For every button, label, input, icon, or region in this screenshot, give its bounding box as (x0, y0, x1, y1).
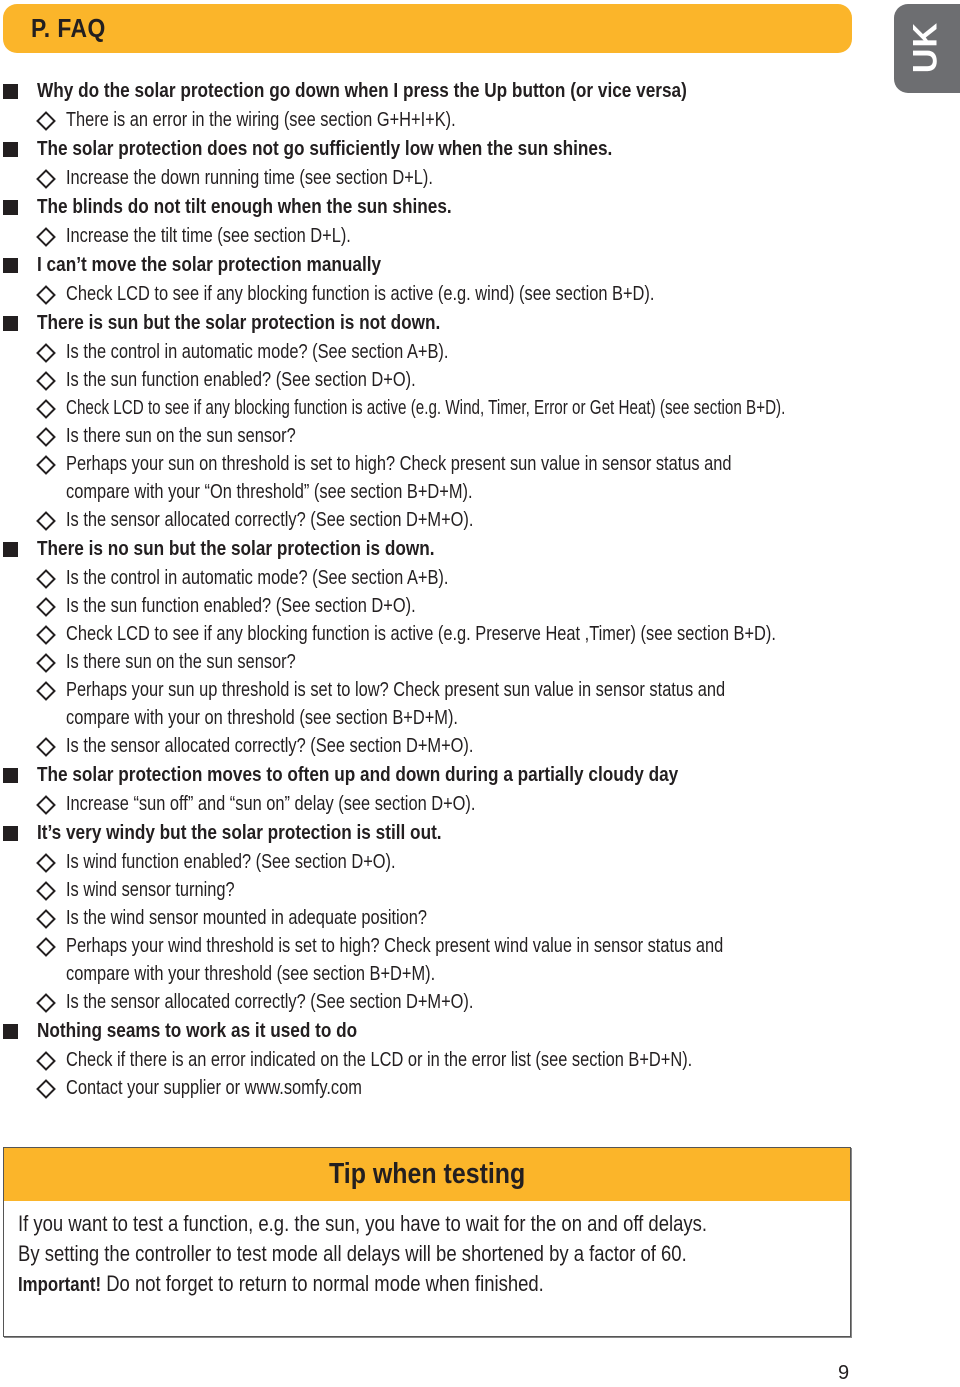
square-bullet-icon (3, 768, 18, 783)
diamond-bullet-icon (36, 1051, 56, 1071)
faq-answer: Check LCD to see if any blocking functio… (0, 394, 900, 422)
square-bullet-icon (3, 826, 18, 841)
faq-answer: Perhaps your wind threshold is set to hi… (0, 932, 900, 960)
diamond-bullet-icon (36, 285, 56, 305)
faq-answer-continuation: compare with your on threshold (see sect… (66, 707, 458, 729)
faq-answer: Is the wind sensor mounted in adequate p… (0, 904, 900, 932)
tip-line: Important! Do not forget to return to no… (18, 1269, 850, 1300)
square-bullet-icon (3, 542, 18, 557)
faq-answer: Check LCD to see if any blocking functio… (0, 620, 900, 648)
faq-question: I can’t move the solar protection manual… (0, 250, 900, 280)
faq-answer: Perhaps your sun on threshold is set to … (0, 450, 900, 478)
faq-question: The blinds do not tilt enough when the s… (0, 192, 900, 222)
diamond-bullet-icon (36, 227, 56, 247)
diamond-bullet-icon (36, 569, 56, 589)
faq-question: Nothing seams to work as it used to do (0, 1016, 900, 1046)
diamond-bullet-icon (36, 455, 56, 475)
faq-answer: Is the control in automatic mode? (See s… (0, 564, 900, 592)
square-bullet-icon (3, 1024, 18, 1039)
square-bullet-icon (3, 316, 18, 331)
diamond-bullet-icon (36, 111, 56, 131)
diamond-bullet-icon (36, 371, 56, 391)
language-tab-label: UK (906, 21, 945, 74)
diamond-bullet-icon (36, 795, 56, 815)
section-title: P. FAQ (31, 13, 106, 43)
faq-list: Why do the solar protection go down when… (0, 76, 900, 1102)
diamond-bullet-icon (36, 653, 56, 673)
faq-answer: Is the sensor allocated correctly? (See … (0, 506, 900, 534)
faq-answer: Is wind sensor turning? (0, 876, 900, 904)
diamond-bullet-icon (36, 625, 56, 645)
tip-line: If you want to test a function, e.g. the… (18, 1211, 707, 1236)
square-bullet-icon (3, 142, 18, 157)
faq-answer: Increase the tilt time (see section D+L)… (0, 222, 900, 250)
faq-answer: Is there sun on the sun sensor? (0, 648, 900, 676)
faq-answer: Check if there is an error indicated on … (0, 1046, 900, 1074)
square-bullet-icon (3, 200, 18, 215)
tip-important-text: Do not forget to return to normal mode w… (101, 1271, 544, 1296)
diamond-bullet-icon (36, 881, 56, 901)
faq-answer: Increase the down running time (see sect… (0, 164, 900, 192)
diamond-bullet-icon (36, 681, 56, 701)
tip-header: Tip when testing (4, 1148, 850, 1201)
diamond-bullet-icon (36, 737, 56, 757)
section-header-bar: P. FAQ (3, 4, 852, 53)
important-label: Important! (18, 1274, 102, 1296)
tip-body: If you want to test a function, e.g. the… (4, 1201, 850, 1300)
faq-answer: Is wind function enabled? (See section D… (0, 848, 900, 876)
tip-line: By setting the controller to test mode a… (18, 1241, 687, 1266)
diamond-bullet-icon (36, 343, 56, 363)
faq-question: There is sun but the solar protection is… (0, 308, 900, 338)
faq-answer: Is the sun function enabled? (See sectio… (0, 592, 900, 620)
faq-answer: Contact your supplier or www.somfy.com (0, 1074, 900, 1102)
faq-answer: Perhaps your sun up threshold is set to … (0, 676, 900, 704)
faq-answer-continuation: compare with your threshold (see section… (66, 963, 436, 985)
square-bullet-icon (3, 258, 18, 273)
faq-question: There is no sun but the solar protection… (0, 534, 900, 564)
faq-answer: Is the control in automatic mode? (See s… (0, 338, 900, 366)
faq-question: Why do the solar protection go down when… (0, 76, 900, 106)
faq-answer: Check LCD to see if any blocking functio… (0, 280, 900, 308)
diamond-bullet-icon (36, 909, 56, 929)
page-number: 9 (838, 1362, 850, 1384)
faq-answer: Is the sensor allocated correctly? (See … (0, 988, 900, 1016)
faq-answer: Increase “sun off” and “sun on” delay (s… (0, 790, 900, 818)
diamond-bullet-icon (36, 511, 56, 531)
faq-answer: There is an error in the wiring (see sec… (0, 106, 900, 134)
diamond-bullet-icon (36, 169, 56, 189)
faq-answer: Is the sensor allocated correctly? (See … (0, 732, 900, 760)
faq-answer-continuation: compare with your “On threshold” (see se… (66, 481, 473, 503)
diamond-bullet-icon (36, 597, 56, 617)
diamond-bullet-icon (36, 993, 56, 1013)
diamond-bullet-icon (36, 853, 56, 873)
faq-question: The solar protection moves to often up a… (0, 760, 900, 790)
faq-answer: Is there sun on the sun sensor? (0, 422, 900, 450)
tip-title: Tip when testing (328, 1158, 526, 1190)
faq-question: The solar protection does not go suffici… (0, 134, 900, 164)
diamond-bullet-icon (36, 1079, 56, 1099)
diamond-bullet-icon (36, 399, 56, 419)
diamond-bullet-icon (36, 427, 56, 447)
diamond-bullet-icon (36, 937, 56, 957)
faq-answer: Is the sun function enabled? (See sectio… (0, 366, 900, 394)
faq-question: It’s very windy but the solar protection… (0, 818, 900, 848)
square-bullet-icon (3, 84, 18, 99)
tip-box: Tip when testing If you want to test a f… (3, 1147, 851, 1337)
